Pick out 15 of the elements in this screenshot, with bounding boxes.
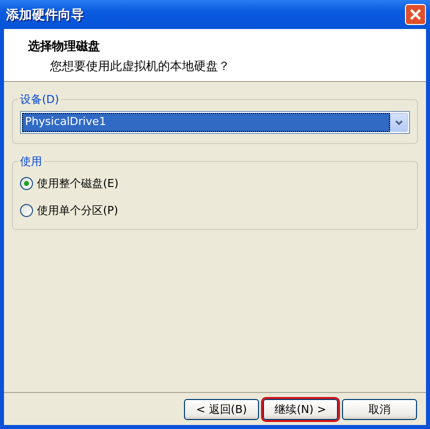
wizard-button[interactable]: 取消 bbox=[342, 398, 417, 420]
close-icon[interactable] bbox=[405, 4, 426, 25]
radio-option[interactable]: 使用整个磁盘(E) bbox=[20, 173, 410, 193]
header-title: 选择物理磁盘 bbox=[28, 38, 101, 55]
window-title: 添加硬件向导 bbox=[6, 6, 84, 24]
wizard-button[interactable]: < 返回(B) bbox=[184, 398, 259, 420]
header-subtitle: 您想要使用此虚拟机的本地硬盘？ bbox=[49, 58, 231, 75]
group-label: 设备(D) bbox=[19, 92, 60, 107]
device-dropdown[interactable]: PhysicalDrive1 bbox=[20, 111, 410, 134]
chevron-down-icon[interactable] bbox=[390, 113, 408, 132]
radio-button[interactable] bbox=[20, 176, 33, 190]
radio-button[interactable] bbox=[20, 204, 33, 216]
wizard-button[interactable]: 继续(N) > bbox=[263, 398, 338, 420]
radio-option[interactable]: 使用单个分区(P) bbox=[20, 200, 410, 220]
group-label: 使用 bbox=[19, 154, 43, 169]
